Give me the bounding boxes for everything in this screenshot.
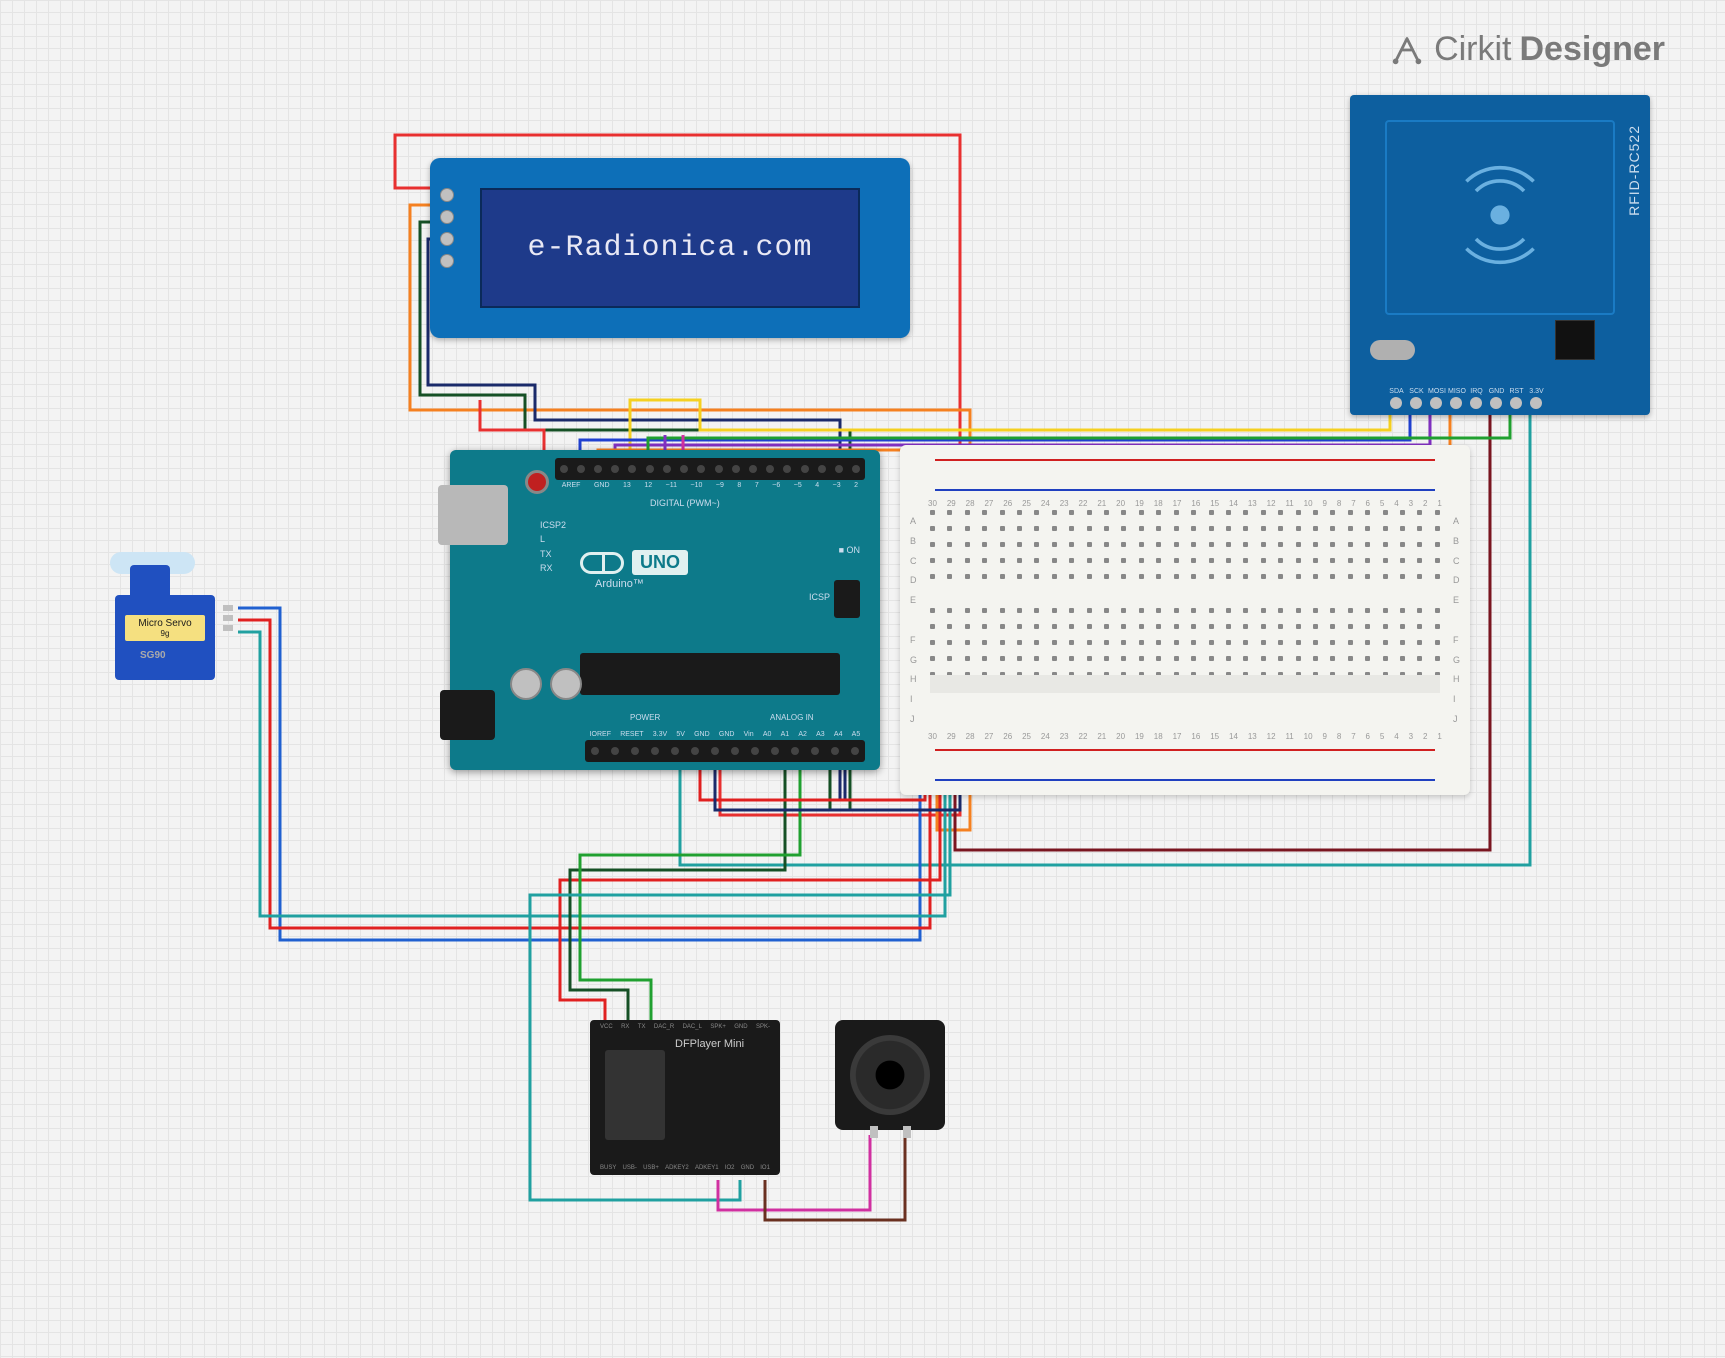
arduino-infinity-icon bbox=[580, 552, 624, 574]
speaker-terminals bbox=[870, 1126, 911, 1138]
lcd-display-text: e-Radionica.com bbox=[527, 231, 812, 265]
arduino-led-labels: ICSP2 L TX RX bbox=[540, 518, 566, 576]
speaker-cone bbox=[850, 1035, 930, 1115]
breadboard-top-rail bbox=[915, 455, 1455, 495]
sd-card-slot bbox=[605, 1050, 665, 1140]
barrel-jack bbox=[440, 690, 495, 740]
icsp-header bbox=[834, 580, 860, 618]
breadboard[interactable]: 3029282726252423222120191817161514131211… bbox=[900, 445, 1470, 795]
digital-pin-labels: AREFGND1312~11~10~987~6~54~32 bbox=[555, 482, 865, 489]
rfid-pin-labels: SDASCKMOSIMISOIRQGNDRST3.3V bbox=[1388, 388, 1545, 395]
servo-model-label: SG90 bbox=[140, 650, 166, 661]
arduino-on-label: ■ ON bbox=[839, 545, 860, 555]
logo-brand: Cirkit bbox=[1434, 30, 1511, 69]
bb-col-labels-top: 3029282726252423222120191817161514131211… bbox=[928, 499, 1442, 508]
rfid-header-pins bbox=[1390, 397, 1542, 409]
breadboard-bottom-rail bbox=[915, 745, 1455, 785]
atmega-chip bbox=[580, 653, 840, 695]
wire-dfp-vcc bbox=[560, 780, 940, 1025]
breadboard-terminal-strips bbox=[930, 510, 1440, 730]
digital-header bbox=[555, 458, 865, 480]
power-analog-labels: IOREFRESET3.3V5VGNDGNDVinA0A1A2A3A4A5 bbox=[585, 731, 865, 738]
power-analog-header bbox=[585, 740, 865, 762]
bb-col-labels-bottom: 3029282726252423222120191817161514131211… bbox=[928, 732, 1442, 741]
app-logo: Cirkit Designer bbox=[1388, 30, 1665, 69]
lcd-i2c-pins bbox=[440, 188, 456, 268]
analog-section-label: ANALOG IN bbox=[770, 713, 814, 722]
arduino-brand: UNO bbox=[580, 550, 688, 575]
logo-icon bbox=[1388, 31, 1426, 69]
servo-motor[interactable]: Micro Servo 9g SG90 bbox=[95, 560, 235, 700]
dfplayer-top-pins: VCCRXTXDAC_RDAC_LSPK+GNDSPK- bbox=[600, 1024, 770, 1030]
lcd-screen: e-Radionica.com bbox=[480, 188, 860, 308]
arduino-model-badge: UNO bbox=[632, 550, 688, 575]
rfid-ic-chip bbox=[1555, 320, 1595, 360]
speaker[interactable] bbox=[835, 1020, 945, 1130]
rfid-model-label: RFID-RC522 bbox=[1626, 125, 1642, 216]
dfplayer-module[interactable]: VCCRXTXDAC_RDAC_LSPK+GNDSPK- DFPlayer Mi… bbox=[590, 1020, 780, 1175]
wire-ard-5v bbox=[700, 765, 925, 800]
bb-row-labels-right: ABCDEFGHIJ bbox=[1453, 511, 1460, 729]
reset-button[interactable] bbox=[525, 470, 549, 494]
icsp-label: ICSP bbox=[809, 592, 830, 602]
servo-connector bbox=[223, 605, 233, 631]
wire-dfp-rx bbox=[570, 768, 785, 1025]
rfid-crystal bbox=[1370, 340, 1415, 360]
power-section-label: POWER bbox=[630, 713, 660, 722]
wire-dfp-spkm bbox=[765, 1135, 905, 1220]
usb-port bbox=[438, 485, 508, 545]
lcd-module[interactable]: e-Radionica.com bbox=[430, 158, 910, 338]
rfid-waves-icon bbox=[1440, 155, 1560, 280]
arduino-uno[interactable]: AREFGND1312~11~10~987~6~54~32 DIGITAL (P… bbox=[450, 450, 880, 770]
wire-dfp-tx bbox=[580, 768, 800, 1025]
dfplayer-bottom-pins: BUSYUSB-USB+ADKEY2ADKEY1IO2GNDIO1 bbox=[600, 1165, 770, 1171]
servo-sticker: Micro Servo 9g bbox=[125, 615, 205, 641]
logo-product: Designer bbox=[1520, 30, 1666, 69]
dfplayer-name-label: DFPlayer Mini bbox=[675, 1038, 744, 1050]
rfid-module[interactable]: RFID-RC522 SDASCKMOSIMISOIRQGNDRST3.3V bbox=[1350, 95, 1650, 415]
digital-section-label: DIGITAL (PWM~) bbox=[650, 498, 720, 508]
capacitors bbox=[510, 668, 582, 700]
bb-row-labels-left: ABCDEFGHIJ bbox=[910, 511, 917, 729]
rfid-antenna bbox=[1385, 120, 1615, 315]
arduino-brand-text: Arduino™ bbox=[595, 578, 644, 590]
